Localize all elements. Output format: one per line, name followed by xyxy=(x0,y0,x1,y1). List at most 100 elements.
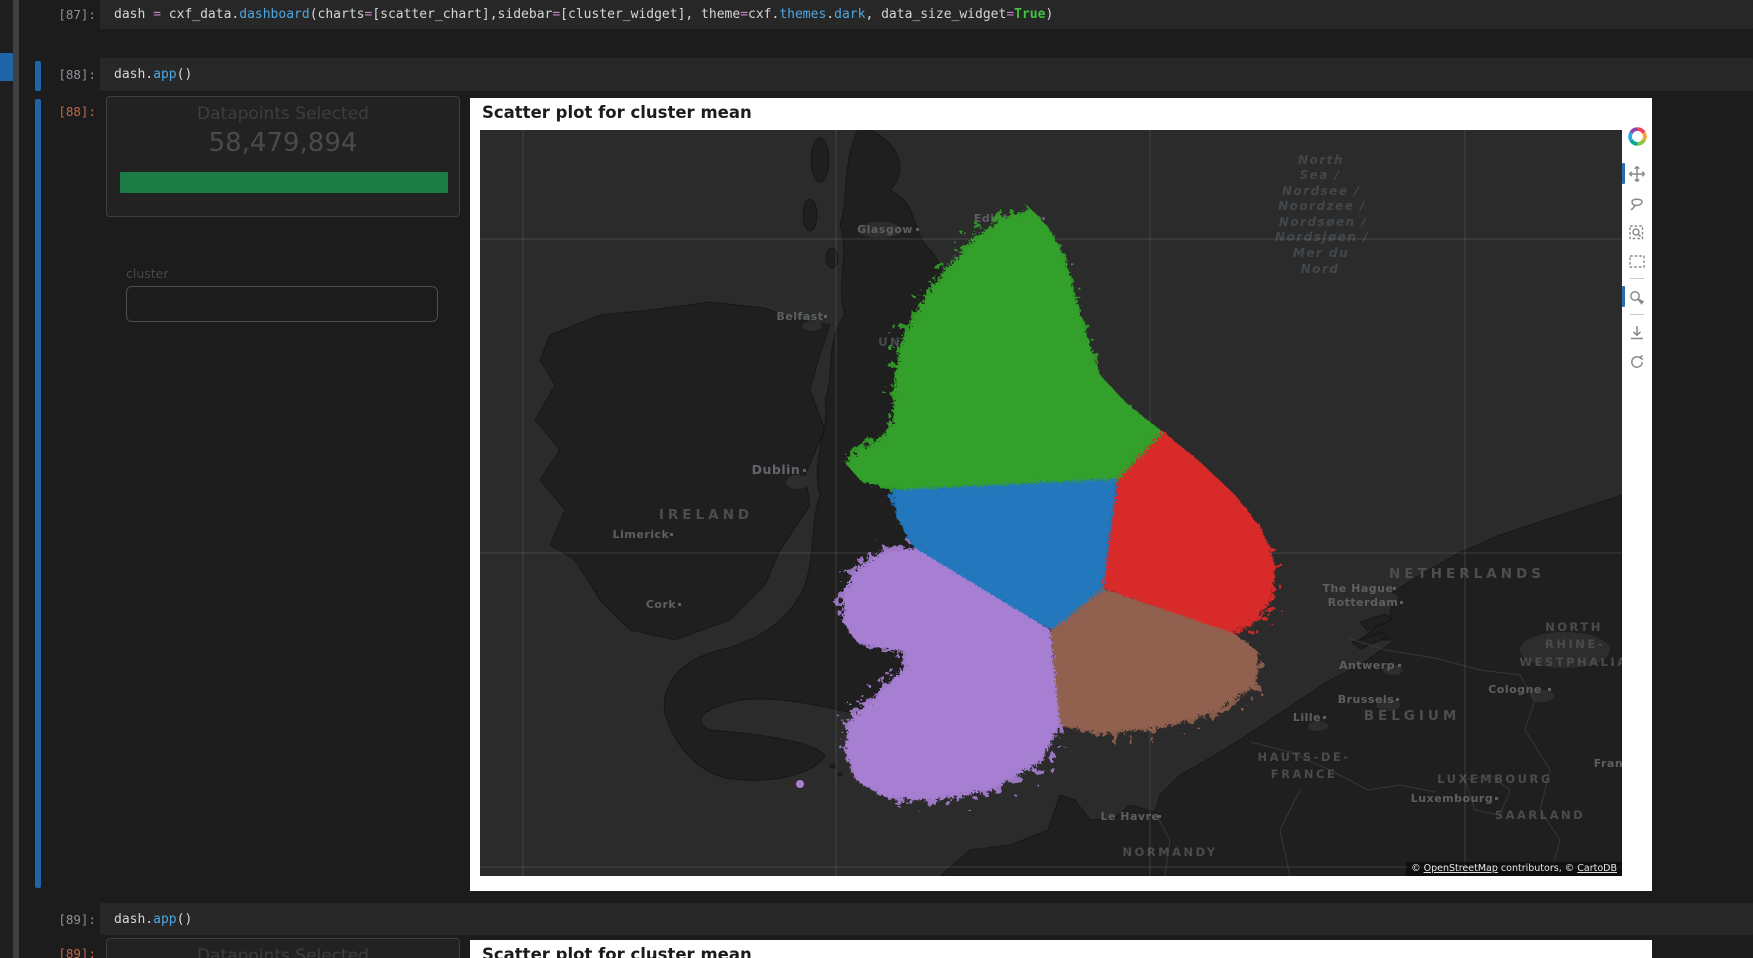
openstreetmap-link[interactable]: OpenStreetMap xyxy=(1424,863,1498,874)
input-prompt-88: [88]: xyxy=(22,67,96,82)
datapoints-selected-widget-2: Datapoints Selected xyxy=(106,938,460,958)
land-hebrides xyxy=(803,199,817,231)
city-dot xyxy=(1495,797,1498,800)
map-label: Brussels xyxy=(1338,693,1395,706)
code-token: dark xyxy=(834,7,865,22)
datapoints-widget-title: Datapoints Selected xyxy=(107,946,459,958)
city-dot xyxy=(1396,698,1399,701)
code-token: app xyxy=(153,67,176,82)
map-label: BELGIUM xyxy=(1364,708,1461,724)
land-channel-islands xyxy=(830,764,835,768)
input-prompt-89: [89]: xyxy=(22,912,96,927)
city-dot xyxy=(916,228,919,231)
scroll-position-marker[interactable] xyxy=(0,53,13,81)
code-token: () xyxy=(177,912,193,927)
attribution-text: contributors, © xyxy=(1498,863,1577,874)
land-channel-islands xyxy=(838,773,842,776)
plot-title-2: Scatter plot for cluster mean xyxy=(482,945,752,958)
code-line-88[interactable]: dash.app() xyxy=(114,67,192,82)
cluster-input-label: cluster xyxy=(126,266,169,281)
box-zoom-tool[interactable] xyxy=(1622,217,1652,246)
code-token: themes xyxy=(779,7,826,22)
map-label: Frankfurt xyxy=(1594,757,1622,770)
reset-tool[interactable] xyxy=(1622,347,1652,376)
code-token: dashboard xyxy=(239,7,309,22)
pan-tool-active-indicator xyxy=(1622,163,1625,184)
map-label: IRELAND xyxy=(659,507,753,523)
hover-tool[interactable] xyxy=(1622,282,1652,311)
cell-collapser-output-88[interactable] xyxy=(35,99,41,888)
map-label: Limerick xyxy=(613,528,670,541)
map-label: Noordzee / xyxy=(1278,199,1366,213)
bokeh-plot-card-2: Scatter plot for cluster mean xyxy=(470,940,1652,958)
datapoints-widget-title: Datapoints Selected xyxy=(107,104,459,124)
output-prompt-88: [88]: xyxy=(22,104,96,119)
map-attribution: © OpenStreetMap contributors, © CartoDB xyxy=(1406,862,1622,876)
map-label: Antwerp xyxy=(1339,659,1395,672)
map-label: Nordsee / xyxy=(1282,184,1360,198)
city-dot xyxy=(1548,688,1551,691)
save-tool[interactable] xyxy=(1622,318,1652,347)
sidebar-rail xyxy=(0,0,13,958)
map-label: RHINE- xyxy=(1545,637,1605,651)
city-dot xyxy=(1400,601,1403,604)
code-token: [cluster_widget], theme xyxy=(560,7,740,22)
code-line-87[interactable]: dash = cxf_data.dashboard(charts=[scatte… xyxy=(114,7,1053,22)
toolbar-divider xyxy=(1630,314,1644,315)
cartodb-link[interactable]: CartoDB xyxy=(1577,863,1617,874)
bokeh-toolbar xyxy=(1622,98,1652,891)
map-label: Nordsjøen / xyxy=(1275,230,1369,244)
code-token: (charts xyxy=(310,7,365,22)
map-label: SAARLAND xyxy=(1495,808,1585,822)
map-label: NETHERLANDS xyxy=(1389,566,1545,582)
city-dot xyxy=(824,315,827,318)
panel-divider[interactable] xyxy=(13,0,19,958)
map-label: Luxembourg xyxy=(1411,792,1493,805)
input-prompt-87: [87]: xyxy=(22,7,96,22)
attribution-text: © xyxy=(1411,863,1424,874)
city-dot xyxy=(1158,815,1161,818)
code-token: app xyxy=(153,912,176,927)
code-token: True xyxy=(1014,7,1045,22)
map-label: Rotterdam xyxy=(1328,596,1399,609)
map-label: The Hague xyxy=(1323,582,1394,595)
map-label: Dublin xyxy=(752,462,801,477)
code-token: cxf. xyxy=(748,7,779,22)
bokeh-logo[interactable] xyxy=(1622,122,1652,151)
map-label: HAUTS-DE- xyxy=(1257,750,1350,764)
datapoints-widget-value: 58,479,894 xyxy=(107,128,459,158)
code-cell-89[interactable] xyxy=(100,903,1753,935)
city-dot xyxy=(1323,716,1326,719)
cluster-input[interactable] xyxy=(126,286,438,322)
code-cell-88[interactable] xyxy=(100,58,1753,91)
cluster-outlier-dot xyxy=(796,780,804,788)
bokeh-plot-card: Scatter plot for cluster mean xyxy=(470,98,1652,891)
city-dot xyxy=(803,469,806,472)
city-dot xyxy=(1042,217,1045,220)
code-token: [scatter_chart],sidebar xyxy=(372,7,552,22)
code-line-89[interactable]: dash.app() xyxy=(114,912,192,927)
city-dot xyxy=(1393,587,1396,590)
output-prompt-89: [89]: xyxy=(22,946,96,958)
map-plot-area[interactable]: NorthSea /Nordsee /Noordzee /Nordsøen /N… xyxy=(480,130,1622,876)
datapoints-selected-widget: Datapoints Selected 58,479,894 xyxy=(106,96,460,217)
map-label: Le Havre xyxy=(1101,810,1160,823)
hover-tool-active-indicator xyxy=(1622,286,1625,307)
map-label: Cork xyxy=(646,598,677,611)
map-label: FRANCE xyxy=(1271,767,1338,781)
pan-tool[interactable] xyxy=(1622,159,1652,188)
map-label: North xyxy=(1298,153,1344,167)
datapoints-progress-bar xyxy=(120,172,448,193)
map-label: Belfast xyxy=(776,310,823,323)
code-token: dash. xyxy=(114,67,153,82)
jupyterlab-notebook: [87]: dash = cxf_data.dashboard(charts=[… xyxy=(0,0,1753,958)
map-canvas[interactable]: NorthSea /Nordsee /Noordzee /Nordsøen /N… xyxy=(480,130,1622,876)
box-select-tool[interactable] xyxy=(1622,246,1652,275)
land-hebrides xyxy=(811,138,829,182)
code-token: dash xyxy=(114,7,153,22)
plot-title: Scatter plot for cluster mean xyxy=(482,103,752,122)
code-token: = xyxy=(552,7,560,22)
lasso-select-tool[interactable] xyxy=(1622,188,1652,217)
code-token: , data_size_widget xyxy=(865,7,1006,22)
toolbar-divider xyxy=(1630,278,1644,279)
